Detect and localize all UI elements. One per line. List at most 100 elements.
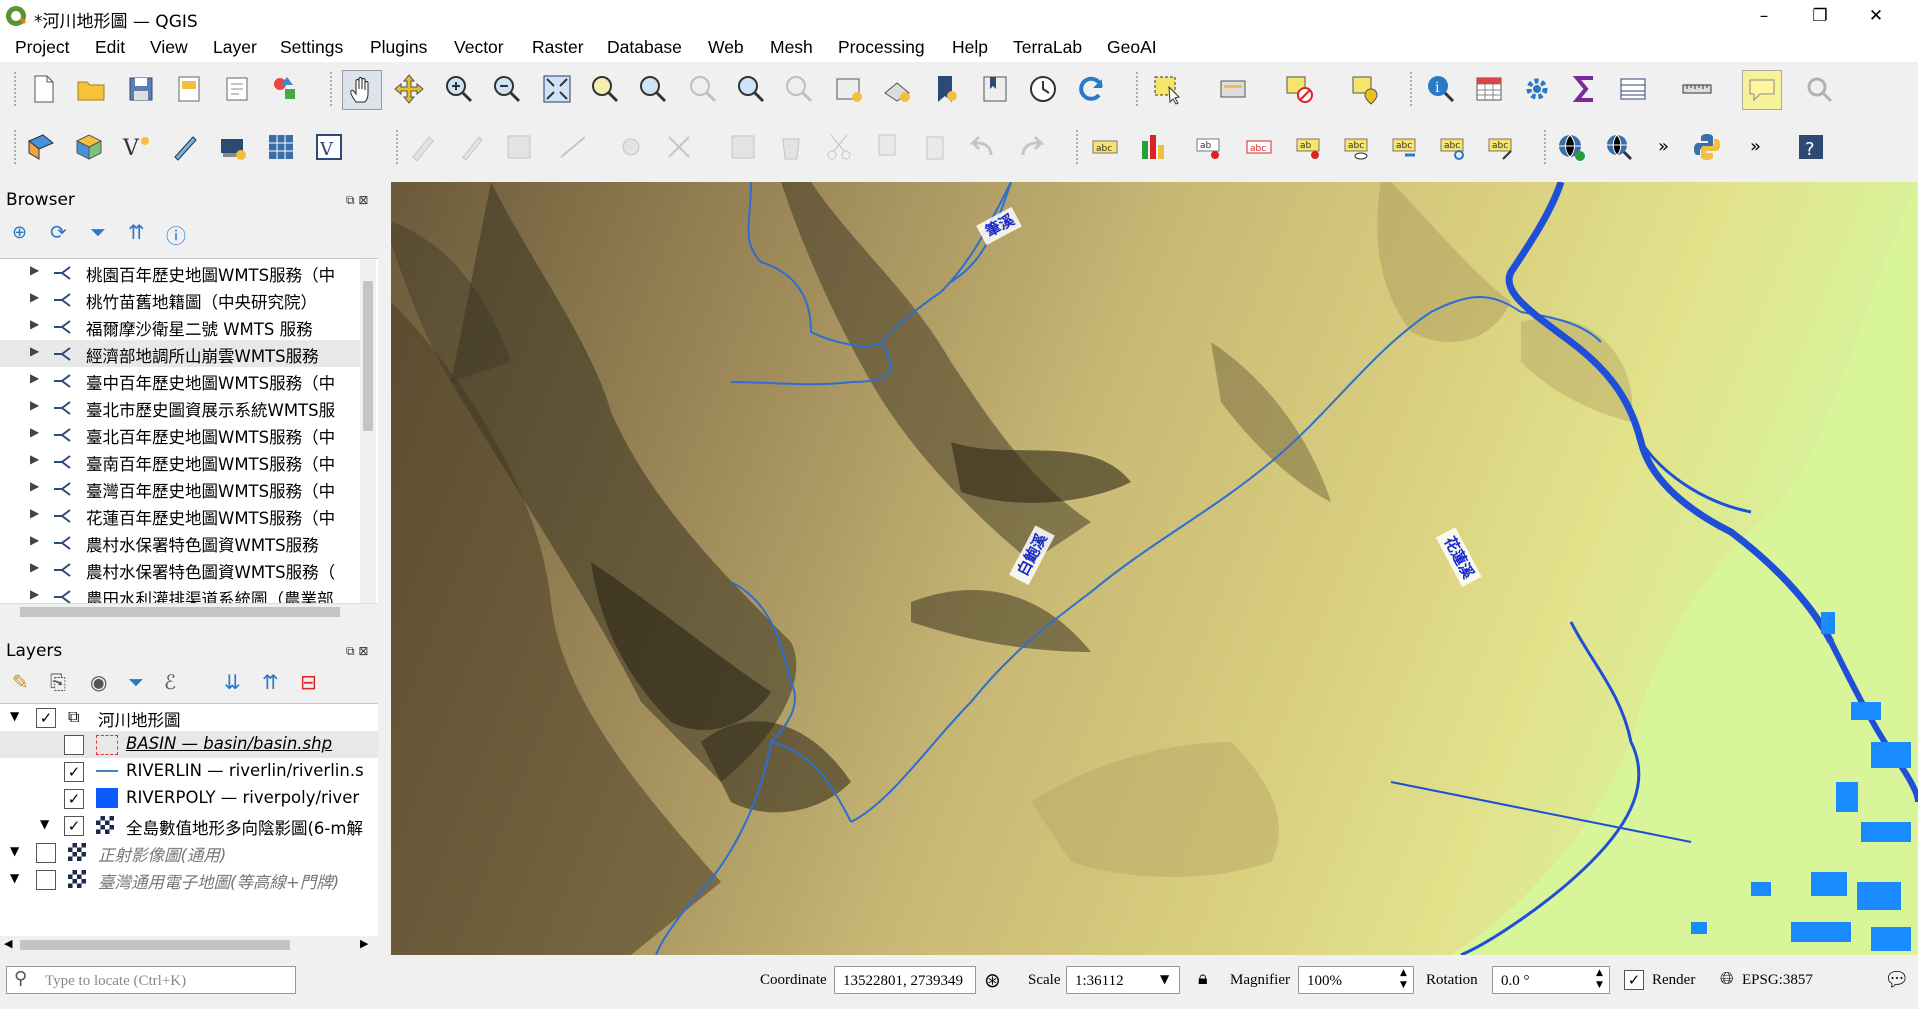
browser-item[interactable]: ▶ 臺北百年歷史地圖WMTS服務（中	[0, 421, 360, 448]
delete-selected-icon[interactable]	[772, 128, 810, 166]
cut-features-icon[interactable]	[820, 128, 858, 166]
magnifier-stepper-icon[interactable]: ▲ ▼	[1400, 967, 1407, 991]
browser-float-close-icon[interactable]: ⧉ ⊠	[346, 193, 380, 209]
render-checkbox[interactable]: ✓	[1624, 970, 1644, 990]
menu-web[interactable]: Web	[708, 37, 744, 58]
add-group-icon[interactable]: ⎘	[50, 670, 66, 694]
add-feature-icon[interactable]	[554, 128, 592, 166]
toggle-extent-icon[interactable]: ⊛	[984, 968, 1001, 992]
modify-attributes-icon[interactable]	[660, 128, 698, 166]
menu-raster[interactable]: Raster	[532, 37, 584, 58]
globe-crs-icon[interactable]: 🌐︎	[1720, 969, 1734, 989]
expand-arrow-icon[interactable]: ▼	[10, 844, 19, 858]
layer-row-basin[interactable]: BASIN — basin/basin.shp	[0, 731, 378, 758]
copy-features-icon[interactable]	[868, 128, 906, 166]
vertex-tool-icon[interactable]	[612, 128, 650, 166]
layer-styling-icon[interactable]: ✎	[12, 670, 29, 694]
browser-item[interactable]: ▶ 農村水保署特色圖資WMTS服務	[0, 529, 360, 556]
layer-row-riverpoly[interactable]: ✓ RIVERPOLY — riverpoly/river	[0, 785, 378, 812]
zoom-full-icon[interactable]	[538, 70, 576, 108]
new-project-icon[interactable]	[24, 70, 62, 108]
browser-item[interactable]: ▶ 臺灣百年歷史地圖WMTS服務（中	[0, 475, 360, 502]
zoom-last-icon[interactable]	[732, 70, 770, 108]
basin-checkbox[interactable]	[64, 735, 84, 755]
statistics-sum-icon[interactable]	[1566, 70, 1604, 108]
menu-edit[interactable]: Edit	[95, 37, 125, 58]
open-table-icon[interactable]	[1614, 70, 1652, 108]
browser-horizontal-scrollbar[interactable]	[0, 603, 378, 620]
pan-to-selection-icon[interactable]	[390, 70, 428, 108]
zoom-next-icon[interactable]	[780, 70, 818, 108]
layer-group-row[interactable]: ▼ ✓ ⧉ 河川地形圖	[0, 704, 378, 731]
minimize-button[interactable]: –	[1736, 0, 1792, 32]
filter-expression-icon[interactable]: ℰ	[164, 670, 176, 694]
menu-layer[interactable]: Layer	[213, 37, 257, 58]
search-globe-icon[interactable]	[1600, 128, 1638, 166]
locator-input[interactable]: Type to locate (Ctrl+K)	[6, 966, 296, 994]
magnifier-spinbox[interactable]: 100%	[1298, 966, 1414, 994]
zoom-in-icon[interactable]	[440, 70, 478, 108]
hide-labels-icon[interactable]: abc	[1240, 128, 1278, 166]
diagram-icon[interactable]	[1134, 128, 1172, 166]
browser-item[interactable]: ▶ 臺北市歷史圖資展示系統WMTS服	[0, 394, 360, 421]
maximize-button[interactable]: ❐	[1792, 0, 1848, 32]
browser-item[interactable]: ▶ 農村水保署特色圖資WMTS服務（	[0, 556, 360, 583]
hillshade-checkbox[interactable]: ✓	[64, 816, 84, 836]
attribute-table-icon[interactable]	[1470, 70, 1508, 108]
label-layer-icon[interactable]: abc	[1086, 128, 1124, 166]
new-geopackage-icon[interactable]	[70, 128, 108, 166]
browser-vertical-scrollbar[interactable]	[360, 259, 376, 604]
new-print-layout-icon[interactable]	[170, 70, 208, 108]
rotate-label-icon[interactable]: abc	[1434, 128, 1472, 166]
select-by-value-icon[interactable]	[1214, 70, 1252, 108]
menu-terralab[interactable]: TerraLab	[1013, 37, 1082, 58]
layers-horizontal-scrollbar[interactable]: ◀ ▶	[0, 936, 378, 954]
collapse-all-layers-icon[interactable]: ⇈	[262, 670, 279, 694]
edit-table-icon[interactable]	[724, 128, 762, 166]
browser-item-hovered[interactable]: ▶ 經濟部地調所山崩雲WMTS服務	[0, 340, 360, 367]
zoom-out-icon[interactable]	[488, 70, 526, 108]
properties-info-icon[interactable]: ⓘ	[166, 220, 186, 249]
refresh-icon[interactable]	[1072, 70, 1110, 108]
move-label-icon[interactable]: ab	[1290, 128, 1328, 166]
toggle-editing-icon[interactable]	[452, 128, 490, 166]
menu-geoai[interactable]: GeoAI	[1107, 37, 1157, 58]
redo-icon[interactable]	[1012, 128, 1050, 166]
browser-item[interactable]: ▶ 臺中百年歷史地圖WMTS服務（中	[0, 367, 360, 394]
expand-arrow-icon[interactable]: ▼	[10, 709, 19, 723]
rotation-stepper-icon[interactable]: ▲ ▼	[1596, 967, 1603, 991]
add-globe-layer-icon[interactable]	[1552, 128, 1590, 166]
layout-manager-icon[interactable]	[218, 70, 256, 108]
collapse-all-icon[interactable]: ⇈	[128, 220, 145, 244]
menu-processing[interactable]: Processing	[838, 37, 925, 58]
digitize-icon[interactable]	[166, 128, 204, 166]
add-vector-layer-icon[interactable]: V	[118, 128, 156, 166]
riverpoly-checkbox[interactable]: ✓	[64, 789, 84, 809]
ortho-checkbox[interactable]	[36, 843, 56, 863]
menu-database[interactable]: Database	[607, 37, 682, 58]
temporal-controller-icon[interactable]	[1024, 70, 1062, 108]
save-edits-icon[interactable]	[500, 128, 538, 166]
add-selected-icon[interactable]: ⊕	[12, 222, 27, 243]
zoom-native-icon[interactable]	[684, 70, 722, 108]
layer-row-hillshade[interactable]: ▼ ✓ 全島數值地形多向陰影圖(6-m解	[0, 812, 378, 839]
lock-icon[interactable]: 🔒︎	[1198, 968, 1208, 989]
remove-layer-icon[interactable]: ⊟	[300, 670, 317, 694]
layers-float-close-icon[interactable]: ⧉ ⊠	[346, 644, 380, 660]
filter-legend-icon[interactable]: ⏷	[128, 670, 144, 694]
identify-features-icon[interactable]: i	[1422, 70, 1460, 108]
show-bookmarks-icon[interactable]	[976, 70, 1014, 108]
style-manager-icon[interactable]	[266, 70, 304, 108]
new-3d-view-icon[interactable]	[878, 70, 916, 108]
layer-row-ortho[interactable]: ▼ 正射影像圖(通用)	[0, 839, 378, 866]
add-vector-tile-icon[interactable]: V	[310, 128, 348, 166]
new-bookmark-icon[interactable]	[926, 70, 964, 108]
menu-settings[interactable]: Settings	[280, 37, 343, 58]
crs-label[interactable]: EPSG:3857	[1742, 972, 1813, 989]
menu-project[interactable]: Project	[15, 37, 69, 58]
change-label-icon[interactable]: abc	[1482, 128, 1520, 166]
menu-view[interactable]: View	[150, 37, 188, 58]
data-source-manager-icon[interactable]	[22, 128, 60, 166]
map-tips-icon[interactable]	[1742, 70, 1782, 110]
browser-item[interactable]: ▶ 桃竹苗舊地籍圖（中央研究院）	[0, 286, 360, 313]
